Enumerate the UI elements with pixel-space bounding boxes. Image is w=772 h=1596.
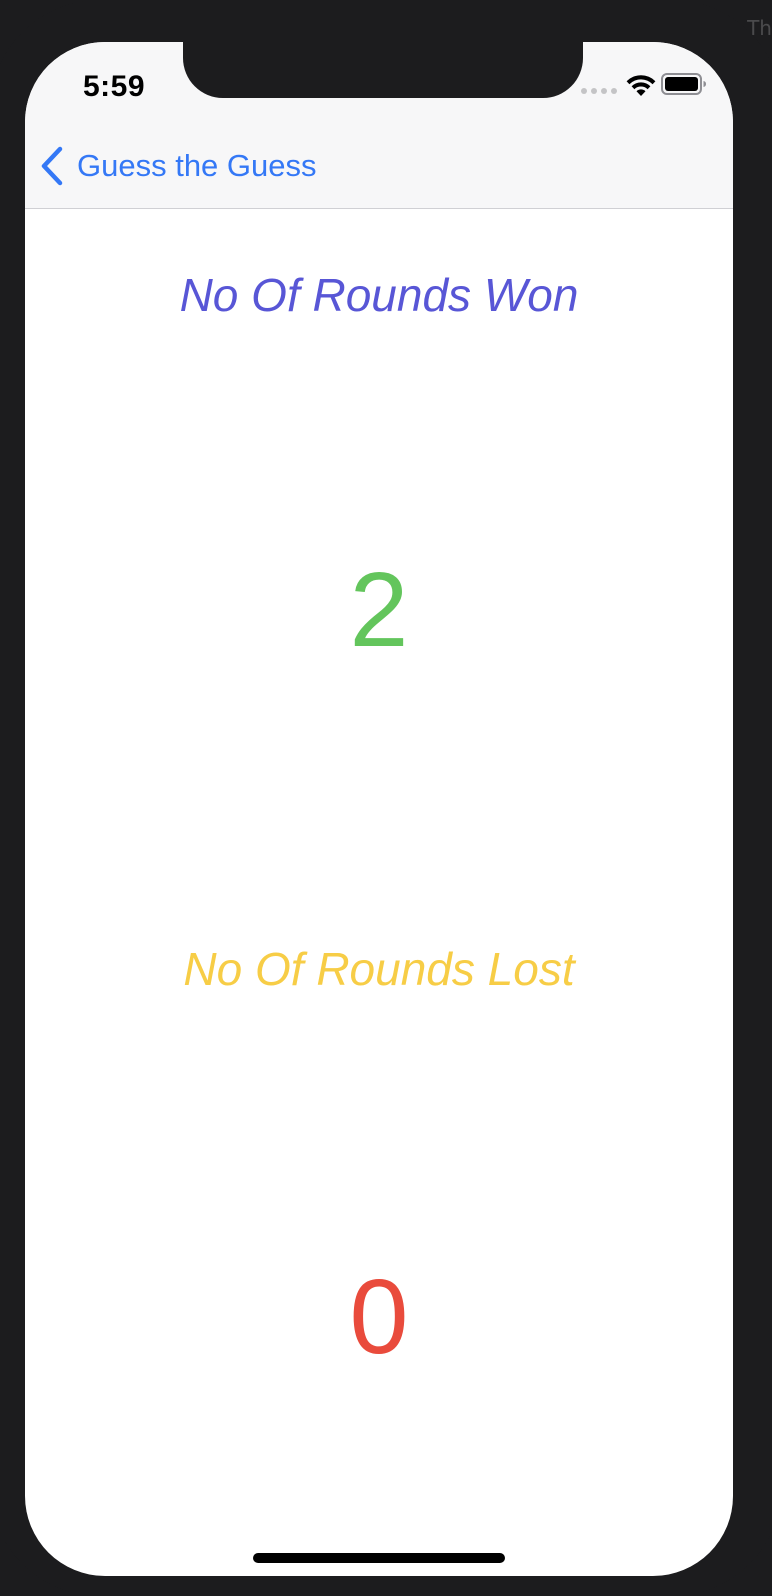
rounds-lost-count: 0: [349, 1258, 409, 1376]
back-button[interactable]: Guess the Guess: [39, 144, 317, 188]
device-notch: [183, 42, 583, 98]
wifi-icon: [626, 75, 656, 96]
back-button-label: Guess the Guess: [77, 148, 317, 183]
battery-icon: [661, 73, 706, 95]
home-indicator[interactable]: [253, 1553, 505, 1563]
rounds-won-label: No Of Rounds Won: [179, 269, 579, 321]
signal-dots-icon: [581, 88, 617, 94]
phone-screen: 5:59 Guess the Guess No Of Rounds Won 2 …: [25, 42, 733, 1576]
status-bar-time: 5:59: [83, 70, 146, 103]
rounds-won-count: 2: [349, 551, 409, 669]
chevron-left-icon: [41, 146, 63, 186]
rounds-lost-label: No Of Rounds Lost: [183, 943, 575, 995]
